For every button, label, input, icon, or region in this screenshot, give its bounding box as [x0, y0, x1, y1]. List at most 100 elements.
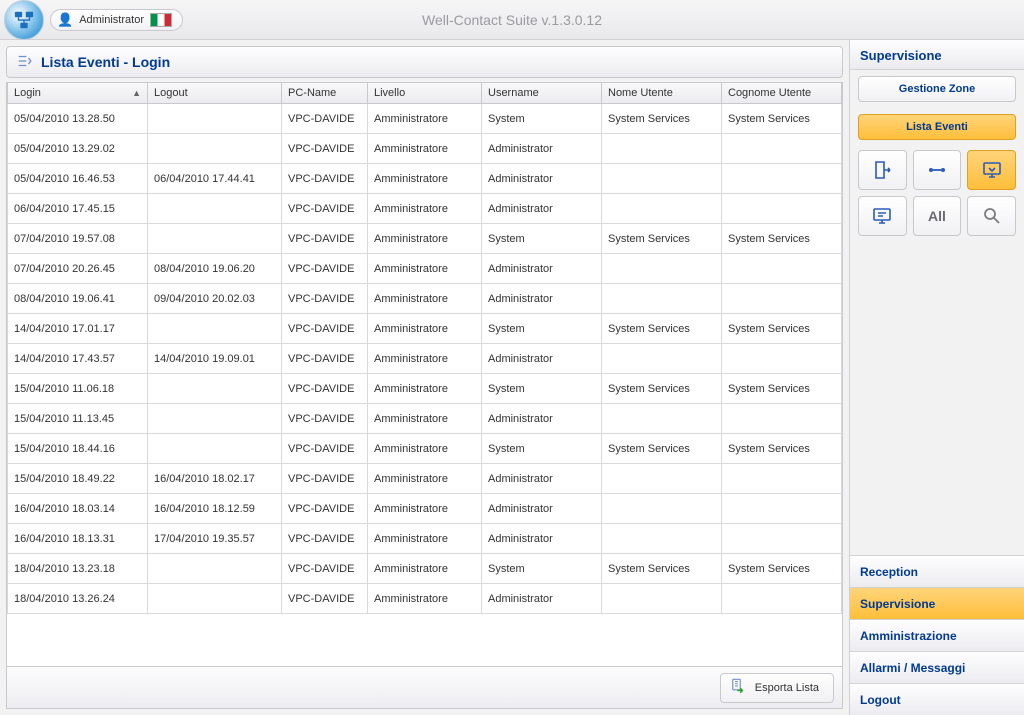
col-nome-utente[interactable]: Nome Utente — [602, 83, 722, 104]
cell-cognome — [722, 254, 842, 284]
cell-livello: Amministratore — [368, 254, 482, 284]
cell-username: Administrator — [482, 524, 602, 554]
cell-pcname: VPC-DAVIDE — [282, 404, 368, 434]
cell-nome: System Services — [602, 104, 722, 134]
tile-commands[interactable] — [858, 196, 907, 236]
cell-login: 07/04/2010 19.57.08 — [8, 224, 148, 254]
cell-cognome: System Services — [722, 104, 842, 134]
cell-nome: System Services — [602, 554, 722, 584]
cell-logout — [148, 314, 282, 344]
col-pcname[interactable]: PC-Name — [282, 83, 368, 104]
table-row[interactable]: 05/04/2010 16.46.5306/04/2010 17.44.41VP… — [8, 164, 842, 194]
cell-cognome — [722, 344, 842, 374]
table-row[interactable]: 08/04/2010 19.06.4109/04/2010 20.02.03VP… — [8, 284, 842, 314]
col-livello[interactable]: Livello — [368, 83, 482, 104]
events-table: Login ▲ Logout PC-Name Livello Username … — [6, 82, 843, 667]
cell-cognome: System Services — [722, 434, 842, 464]
cell-login: 15/04/2010 18.49.22 — [8, 464, 148, 494]
tile-access[interactable] — [858, 150, 907, 190]
cell-login: 08/04/2010 19.06.41 — [8, 284, 148, 314]
cell-username: Administrator — [482, 284, 602, 314]
cell-username: System — [482, 374, 602, 404]
cell-livello: Amministratore — [368, 104, 482, 134]
col-cognome-utente[interactable]: Cognome Utente — [722, 83, 842, 104]
lista-eventi-button[interactable]: Lista Eventi — [858, 114, 1016, 140]
cell-cognome — [722, 524, 842, 554]
cell-nome — [602, 584, 722, 614]
cell-login: 16/04/2010 18.13.31 — [8, 524, 148, 554]
cell-livello: Amministratore — [368, 494, 482, 524]
table-row[interactable]: 06/04/2010 17.45.15VPC-DAVIDEAmministrat… — [8, 194, 842, 224]
col-logout[interactable]: Logout — [148, 83, 282, 104]
table-row[interactable]: 07/04/2010 20.26.4508/04/2010 19.06.20VP… — [8, 254, 842, 284]
nav-supervisione[interactable]: Supervisione — [850, 587, 1024, 619]
table-row[interactable]: 18/04/2010 13.26.24VPC-DAVIDEAmministrat… — [8, 584, 842, 614]
table-row[interactable]: 14/04/2010 17.01.17VPC-DAVIDEAmministrat… — [8, 314, 842, 344]
col-username[interactable]: Username — [482, 83, 602, 104]
cell-username: Administrator — [482, 494, 602, 524]
monitor-login-icon — [980, 158, 1004, 182]
cell-logout: 16/04/2010 18.02.17 — [148, 464, 282, 494]
cell-logout: 08/04/2010 19.06.20 — [148, 254, 282, 284]
cell-livello: Amministratore — [368, 374, 482, 404]
cell-livello: Amministratore — [368, 554, 482, 584]
sort-asc-icon: ▲ — [132, 88, 141, 98]
cell-livello: Amministratore — [368, 164, 482, 194]
cell-nome: System Services — [602, 374, 722, 404]
cell-livello: Amministratore — [368, 524, 482, 554]
page-header: Lista Eventi - Login — [6, 46, 843, 78]
cell-nome — [602, 464, 722, 494]
export-label: Esporta Lista — [755, 682, 819, 694]
cell-pcname: VPC-DAVIDE — [282, 554, 368, 584]
user-pill[interactable]: 👤 Administrator — [50, 9, 183, 31]
export-list-button[interactable]: Esporta Lista — [720, 673, 834, 703]
cell-logout — [148, 584, 282, 614]
page-title: Lista Eventi - Login — [41, 54, 170, 70]
cell-login: 05/04/2010 13.29.02 — [8, 134, 148, 164]
cell-logout: 17/04/2010 19.35.57 — [148, 524, 282, 554]
tile-search[interactable] — [967, 196, 1016, 236]
cell-username: Administrator — [482, 254, 602, 284]
table-row[interactable]: 15/04/2010 11.06.18VPC-DAVIDEAmministrat… — [8, 374, 842, 404]
table-row[interactable]: 16/04/2010 18.13.3117/04/2010 19.35.57VP… — [8, 524, 842, 554]
table-row[interactable]: 07/04/2010 19.57.08VPC-DAVIDEAmministrat… — [8, 224, 842, 254]
cell-username: Administrator — [482, 584, 602, 614]
cell-cognome — [722, 134, 842, 164]
cell-livello: Amministratore — [368, 434, 482, 464]
cell-pcname: VPC-DAVIDE — [282, 344, 368, 374]
cell-pcname: VPC-DAVIDE — [282, 434, 368, 464]
gestione-zone-button[interactable]: Gestione Zone — [858, 76, 1016, 102]
cell-logout — [148, 554, 282, 584]
cell-cognome — [722, 164, 842, 194]
footer-bar: Esporta Lista — [6, 667, 843, 709]
col-login[interactable]: Login ▲ — [8, 83, 148, 104]
tile-presence[interactable] — [913, 150, 962, 190]
cell-pcname: VPC-DAVIDE — [282, 524, 368, 554]
flag-italy-icon — [150, 13, 172, 27]
monitor-command-icon — [870, 204, 894, 228]
cell-nome — [602, 194, 722, 224]
table-row[interactable]: 16/04/2010 18.03.1416/04/2010 18.12.59VP… — [8, 494, 842, 524]
cell-login: 15/04/2010 11.13.45 — [8, 404, 148, 434]
table-row[interactable]: 05/04/2010 13.29.02VPC-DAVIDEAmministrat… — [8, 134, 842, 164]
nav-logout[interactable]: Logout — [850, 683, 1024, 715]
cell-username: Administrator — [482, 464, 602, 494]
cell-nome: System Services — [602, 314, 722, 344]
table-row[interactable]: 18/04/2010 13.23.18VPC-DAVIDEAmministrat… — [8, 554, 842, 584]
right-panel: Supervisione Gestione Zone Lista Eventi … — [849, 40, 1024, 715]
table-row[interactable]: 05/04/2010 13.28.50VPC-DAVIDEAmministrat… — [8, 104, 842, 134]
cell-login: 15/04/2010 18.44.16 — [8, 434, 148, 464]
table-row[interactable]: 15/04/2010 18.44.16 VPC-DAVIDEAmministrat… — [8, 434, 842, 464]
tile-all[interactable]: All — [913, 196, 962, 236]
nav-allarmi[interactable]: Allarmi / Messaggi — [850, 651, 1024, 683]
table-row[interactable]: 14/04/2010 17.43.5714/04/2010 19.09.01VP… — [8, 344, 842, 374]
cell-nome — [602, 524, 722, 554]
table-row[interactable]: 15/04/2010 18.49.2216/04/2010 18.02.17VP… — [8, 464, 842, 494]
nav-reception[interactable]: Reception — [850, 555, 1024, 587]
nav-amministrazione[interactable]: Amministrazione — [850, 619, 1024, 651]
cell-nome — [602, 284, 722, 314]
table-row[interactable]: 15/04/2010 11.13.45VPC-DAVIDEAmministrat… — [8, 404, 842, 434]
cell-livello: Amministratore — [368, 284, 482, 314]
tile-login[interactable] — [967, 150, 1016, 190]
cell-pcname: VPC-DAVIDE — [282, 584, 368, 614]
